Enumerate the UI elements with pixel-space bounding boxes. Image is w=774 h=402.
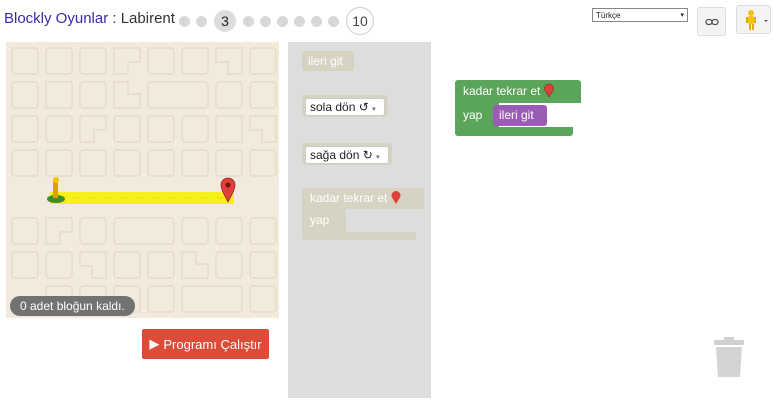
run-program-button[interactable]: ▶ Programı Çalıştır xyxy=(142,329,269,359)
block-label: kadar tekrar et xyxy=(463,84,541,98)
toolbox-repeat-until-block[interactable]: kadar tekrar et yap xyxy=(302,188,424,240)
trash-can[interactable] xyxy=(713,336,745,383)
level-dot[interactable] xyxy=(277,15,288,27)
pegman-icon xyxy=(746,10,768,30)
turn-direction-dropdown[interactable]: sağa dön ↻ ▾ xyxy=(305,146,389,164)
repeat-body: yap xyxy=(302,209,346,232)
toolbox-move-forward-block[interactable]: ileri git xyxy=(302,51,354,71)
remaining-blocks-badge: 0 adet bloğun kaldı. xyxy=(10,296,135,316)
toolbox-turn-right-block[interactable]: sağa dön ↻ ▾ xyxy=(302,143,392,165)
block-label: sola dön ↺ xyxy=(310,100,369,114)
maze-map xyxy=(11,47,277,313)
current-level[interactable]: 3 xyxy=(214,10,236,32)
workspace-move-forward-block[interactable]: ileri git xyxy=(493,105,547,126)
block-label: yap xyxy=(463,108,483,122)
level-dot[interactable] xyxy=(311,15,322,27)
maze-board xyxy=(6,42,279,318)
trash-icon xyxy=(714,337,744,377)
app-name-link[interactable]: Blockly Oyunlar xyxy=(4,10,108,27)
start-pegman xyxy=(47,177,65,203)
run-program-label: Programı Çalıştır xyxy=(163,336,262,352)
chevron-down-icon: ▾ xyxy=(376,154,380,161)
block-label: kadar tekrar et xyxy=(310,191,388,205)
block-label: yap xyxy=(310,213,330,227)
level-selector: 3 10 xyxy=(176,7,374,35)
repeat-header: kadar tekrar et xyxy=(302,188,424,209)
marker-icon xyxy=(391,191,401,204)
level-dot[interactable] xyxy=(294,15,305,27)
link-icon xyxy=(704,18,719,25)
page-title: Blockly Oyunlar : Labirent xyxy=(4,10,175,27)
repeat-footer xyxy=(455,127,573,136)
play-icon: ▶ xyxy=(149,336,160,351)
repeat-header: kadar tekrar et xyxy=(455,80,581,103)
pegman-button[interactable] xyxy=(736,5,771,34)
chevron-down-icon: ▾ xyxy=(372,106,376,113)
header-bar: Blockly Oyunlar : Labirent 3 10 Türkçe ▾ xyxy=(0,0,774,40)
level-dot[interactable] xyxy=(328,15,339,27)
link-button[interactable] xyxy=(697,7,726,36)
block-label: ileri git xyxy=(308,54,343,68)
level-dot[interactable] xyxy=(260,15,271,27)
level-dot[interactable] xyxy=(196,15,207,27)
toolbox-turn-left-block[interactable]: sola dön ↺ ▾ xyxy=(302,95,388,117)
title-separator: : xyxy=(108,10,121,27)
level-dot[interactable] xyxy=(243,15,254,27)
language-selected: Türkçe xyxy=(596,11,621,20)
language-select[interactable]: Türkçe ▾ xyxy=(592,8,688,22)
marker-icon xyxy=(543,83,554,98)
block-label: ileri git xyxy=(499,108,534,122)
turn-direction-dropdown[interactable]: sola dön ↺ ▾ xyxy=(305,98,385,116)
level-dot[interactable] xyxy=(179,15,190,27)
game-name: Labirent xyxy=(120,10,175,27)
last-level[interactable]: 10 xyxy=(346,7,374,35)
block-label: sağa dön ↻ xyxy=(310,148,373,162)
chevron-down-icon: ▾ xyxy=(680,12,684,19)
repeat-footer xyxy=(302,232,416,240)
